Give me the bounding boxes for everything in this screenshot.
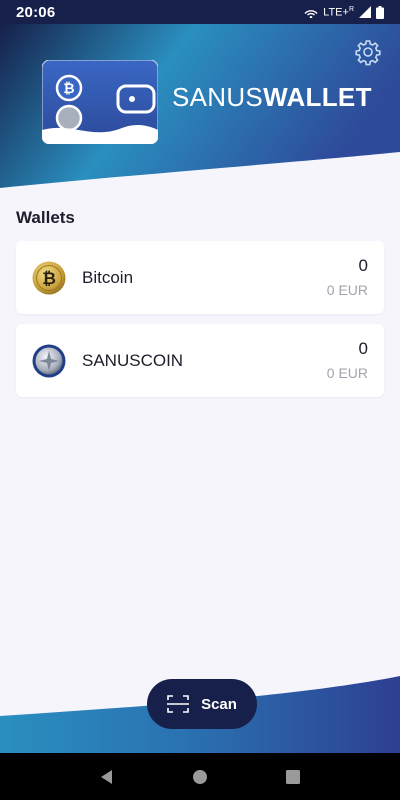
home-icon bbox=[192, 769, 207, 784]
brand-name: SANUSWALLET bbox=[172, 82, 372, 112]
wallet-fiat-value: 0 EUR bbox=[326, 364, 368, 381]
wallet-item-sanuscoin[interactable]: SANUSCOIN 0 0 EUR bbox=[16, 324, 384, 397]
wallets-title: Wallets bbox=[16, 208, 75, 227]
wallet-amount: 0 bbox=[358, 338, 368, 358]
scan-icon bbox=[167, 695, 190, 713]
battery-icon bbox=[376, 5, 384, 19]
wallet-amount: 0 bbox=[358, 255, 368, 275]
recents-icon bbox=[286, 769, 301, 784]
system-nav-bar bbox=[0, 753, 400, 800]
network-label: LTE+R bbox=[323, 5, 354, 19]
wallet-values: 0 0 EUR bbox=[327, 338, 368, 384]
wallet-item-bitcoin[interactable]: ₿ Bitcoin 0 0 EUR bbox=[16, 241, 384, 314]
back-icon bbox=[100, 769, 112, 784]
header: ₿ SANUSWALLET bbox=[0, 24, 400, 194]
gear-icon bbox=[355, 40, 381, 66]
wallet-fiat-value: 0 EUR bbox=[326, 281, 368, 298]
status-time: 20:06 bbox=[16, 3, 56, 21]
back-button[interactable] bbox=[92, 762, 122, 792]
wallet-list: ₿ Bitcoin 0 0 EUR SANUSCOIN 0 0 EUR bbox=[16, 241, 384, 407]
home-button[interactable] bbox=[185, 762, 215, 792]
status-icons: LTE+R bbox=[304, 5, 384, 19]
hotspot-icon bbox=[304, 6, 318, 18]
app-logo: ₿ bbox=[41, 59, 159, 145]
scan-label: Scan bbox=[201, 695, 237, 713]
wallet-name: Bitcoin bbox=[82, 267, 134, 287]
scan-button[interactable]: Scan bbox=[147, 679, 257, 729]
status-bar: 20:06 LTE+R bbox=[0, 0, 400, 24]
settings-button[interactable] bbox=[354, 38, 382, 66]
bitcoin-coin-icon: ₿ bbox=[32, 261, 66, 294]
sanuscoin-coin-icon bbox=[32, 344, 66, 377]
svg-text:₿: ₿ bbox=[63, 80, 74, 96]
signal-icon bbox=[359, 6, 371, 18]
recents-button[interactable] bbox=[278, 762, 308, 792]
svg-text:₿: ₿ bbox=[42, 269, 56, 288]
wallet-name: SANUSCOIN bbox=[82, 350, 184, 370]
wallet-values: 0 0 EUR bbox=[327, 255, 368, 301]
